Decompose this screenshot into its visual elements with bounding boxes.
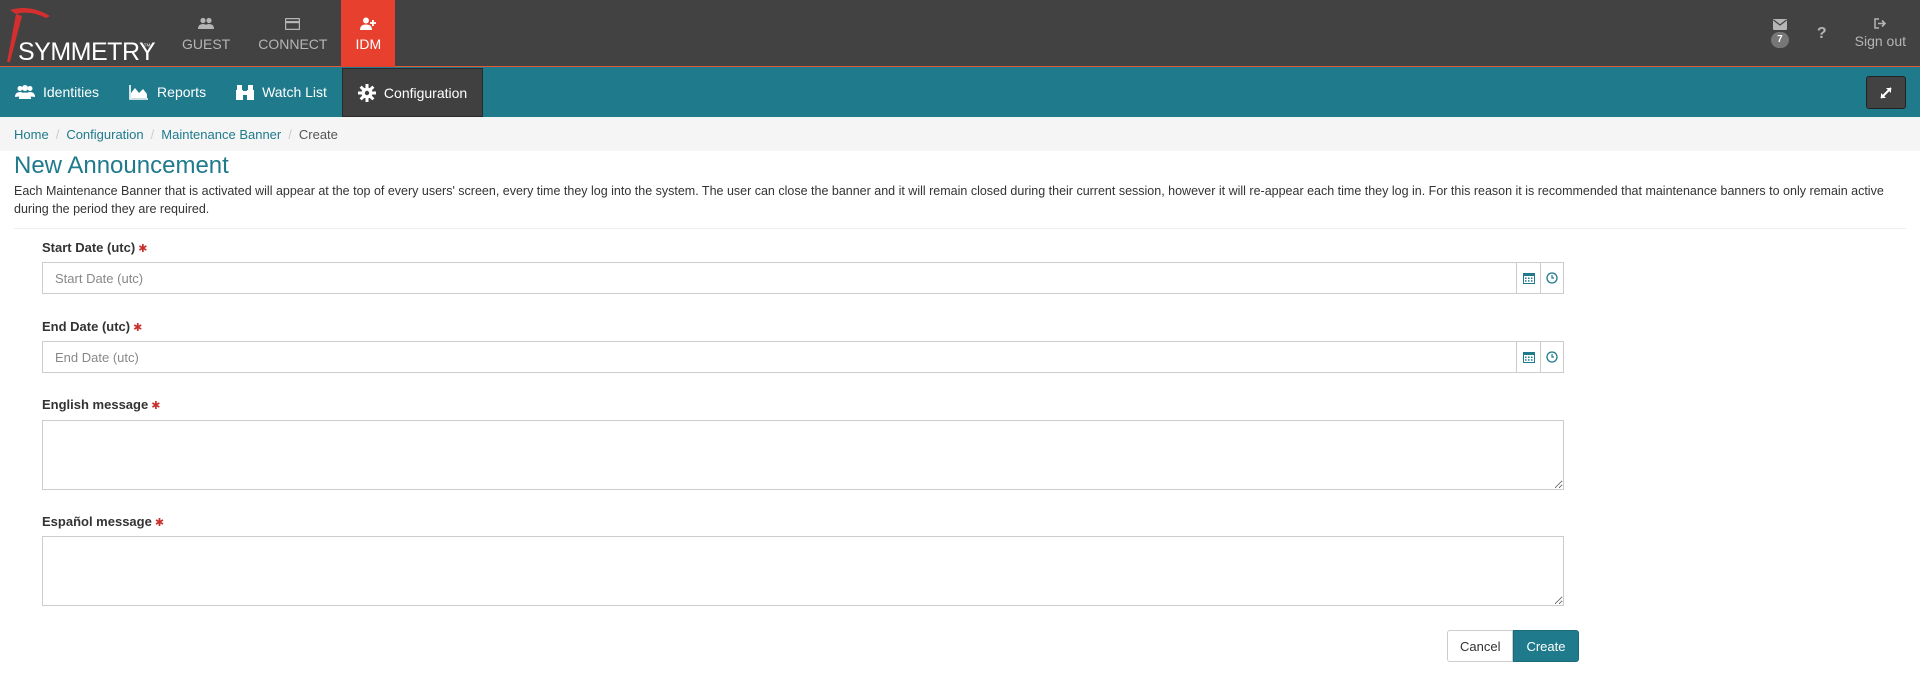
- espanol-message-textarea[interactable]: [42, 536, 1564, 606]
- symmetry-logo[interactable]: SYMMETRY ™: [6, 6, 156, 66]
- topnav-guest-label: GUEST: [182, 35, 231, 52]
- gear-icon: [357, 83, 376, 102]
- start-date-time-button[interactable]: [1540, 262, 1564, 294]
- topnav-connect[interactable]: CONNECT: [244, 0, 341, 67]
- subnav-identities[interactable]: Identities: [0, 67, 114, 117]
- top-nav: GUEST CONNECT IDM: [168, 0, 396, 67]
- calendar-icon: [1522, 273, 1535, 284]
- end-date-calendar-button[interactable]: [1516, 341, 1540, 373]
- start-date-group: [42, 262, 1564, 294]
- logo-trademark: ™: [143, 42, 151, 51]
- breadcrumb-separator: /: [55, 126, 60, 142]
- area-chart-icon: [129, 84, 149, 100]
- breadcrumb-separator: /: [150, 126, 155, 142]
- end-date-time-button[interactable]: [1540, 341, 1564, 373]
- users-icon: [198, 17, 215, 29]
- signout-button[interactable]: Sign out: [1841, 0, 1920, 67]
- clock-icon: [1546, 272, 1558, 284]
- breadcrumb-separator: /: [288, 126, 292, 142]
- end-date-label: End Date (utc) ✱: [42, 319, 143, 334]
- help-button[interactable]: ?: [1803, 0, 1841, 67]
- breadcrumb-current: Create: [298, 126, 338, 142]
- topnav-idm-label: IDM: [355, 35, 382, 52]
- end-date-group: [42, 341, 1564, 373]
- subnav-configuration-label: Configuration: [383, 84, 468, 101]
- page-description: Each Maintenance Banner that is activate…: [14, 184, 1884, 216]
- subnav-reports[interactable]: Reports: [114, 67, 221, 117]
- user-plus-icon: [360, 17, 377, 30]
- fullscreen-button[interactable]: [1866, 76, 1906, 109]
- divider: [14, 228, 1906, 229]
- end-date-input[interactable]: [42, 341, 1516, 373]
- signout-label: Sign out: [1854, 33, 1906, 49]
- subnav-configuration[interactable]: Configuration: [341, 68, 484, 117]
- expand-icon: [1880, 86, 1892, 99]
- users-icon: [15, 84, 35, 99]
- form-actions: Cancel Create: [1447, 630, 1579, 662]
- subnav-watchlist-label: Watch List: [262, 84, 327, 100]
- english-message-label: English message ✱: [42, 397, 161, 412]
- subnav-identities-label: Identities: [43, 84, 100, 100]
- start-date-input[interactable]: [42, 262, 1516, 294]
- required-marker: ✱: [133, 322, 143, 334]
- subnav-reports-label: Reports: [157, 84, 207, 100]
- top-bar: SYMMETRY ™ GUEST CONNECT IDM 7 ? Sign ou…: [0, 0, 1920, 67]
- binoculars-icon: [236, 84, 255, 100]
- create-button[interactable]: Create: [1513, 630, 1579, 662]
- logo-text: SYMMETRY: [18, 38, 156, 66]
- envelope-icon: [1772, 19, 1787, 30]
- start-date-label: Start Date (utc) ✱: [42, 240, 148, 255]
- subnav-watchlist[interactable]: Watch List: [221, 67, 342, 117]
- topnav-idm[interactable]: IDM: [341, 0, 396, 67]
- signout-icon: [1874, 18, 1886, 29]
- breadcrumb-home[interactable]: Home: [14, 127, 49, 142]
- english-message-textarea[interactable]: [42, 420, 1564, 490]
- breadcrumb: Home / Configuration / Maintenance Banne…: [0, 117, 1920, 151]
- cancel-button[interactable]: Cancel: [1447, 630, 1514, 662]
- start-date-calendar-button[interactable]: [1516, 262, 1540, 294]
- breadcrumb-configuration[interactable]: Configuration: [66, 127, 143, 142]
- required-marker: ✱: [154, 517, 165, 529]
- breadcrumb-maintenance-banner[interactable]: Maintenance Banner: [161, 127, 281, 142]
- required-marker: ✱: [138, 243, 148, 255]
- topnav-connect-label: CONNECT: [258, 35, 328, 52]
- card-icon: [285, 17, 301, 30]
- messages-count-badge: 7: [1770, 32, 1789, 48]
- sub-nav: Identities Reports Watch List Configurat…: [0, 67, 1920, 117]
- required-marker: ✱: [151, 400, 161, 412]
- top-right-actions: 7 ? Sign out: [1757, 0, 1920, 67]
- clock-icon: [1546, 351, 1558, 363]
- help-icon: ?: [1816, 24, 1827, 42]
- topnav-guest[interactable]: GUEST: [168, 0, 244, 67]
- calendar-icon: [1522, 352, 1535, 363]
- espanol-message-label: Español message ✱: [42, 514, 165, 529]
- page-title: New Announcement: [14, 152, 229, 179]
- messages-button[interactable]: 7: [1757, 0, 1803, 67]
